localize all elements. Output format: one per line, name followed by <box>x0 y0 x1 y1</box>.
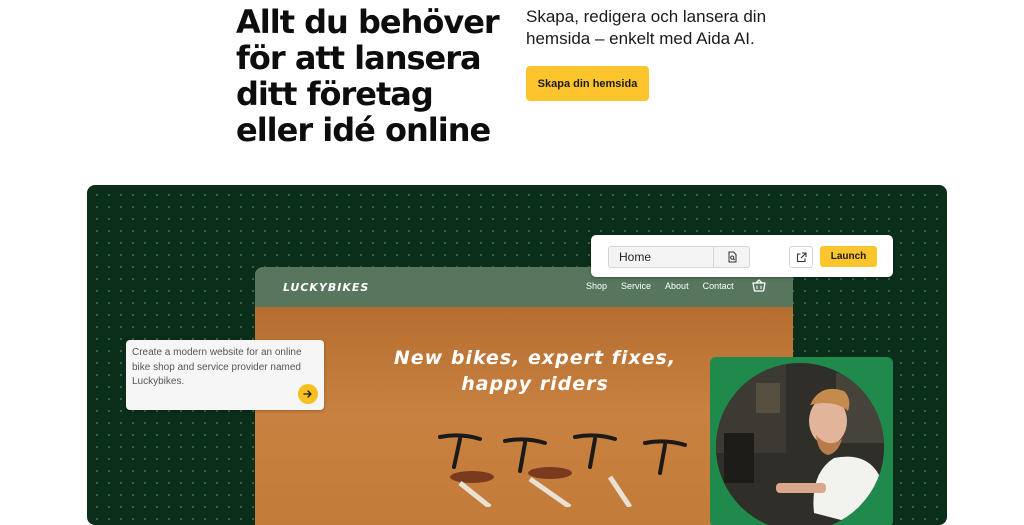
page-search-icon <box>728 251 736 263</box>
preview-nav-contact[interactable]: Contact <box>703 281 734 291</box>
page-settings-button[interactable] <box>713 247 750 267</box>
hero-subtitle: Skapa, redigera och lansera din hemsida … <box>526 7 767 48</box>
hero-title: Allt du behöver för att lansera ditt för… <box>236 3 500 149</box>
preview-logo[interactable]: LUCKYBIKES <box>283 281 369 294</box>
preview-nav-shop[interactable]: Shop <box>586 281 607 291</box>
bikes-image <box>438 433 687 507</box>
arrow-right-icon <box>303 390 312 398</box>
external-link-icon <box>796 251 807 262</box>
create-website-button[interactable]: Skapa din hemsida <box>526 66 649 101</box>
mechanic-photo <box>716 363 884 525</box>
open-preview-button[interactable] <box>789 246 813 268</box>
prompt-text[interactable]: Create a modern website for an online bi… <box>132 346 318 390</box>
basket-icon[interactable] <box>752 279 766 292</box>
ai-prompt-card[interactable]: Create a modern website for an online bi… <box>126 340 324 410</box>
preview-headline: New bikes, expert fixes, happy riders <box>393 347 677 395</box>
send-prompt-button[interactable] <box>298 384 318 404</box>
editor-toolbar: Home Launch <box>591 235 893 277</box>
page-select-value: Home <box>619 250 652 264</box>
preview-nav-about[interactable]: About <box>665 281 689 291</box>
page-select[interactable]: Home <box>608 246 750 268</box>
launch-button[interactable]: Launch <box>820 246 877 267</box>
preview-nav-links: Shop Service About Contact <box>586 281 734 291</box>
editor-showcase: LUCKYBIKES Shop Service About Contact Ne… <box>87 185 947 525</box>
mechanic-photo-card <box>710 357 893 525</box>
preview-nav-service[interactable]: Service <box>621 281 651 291</box>
